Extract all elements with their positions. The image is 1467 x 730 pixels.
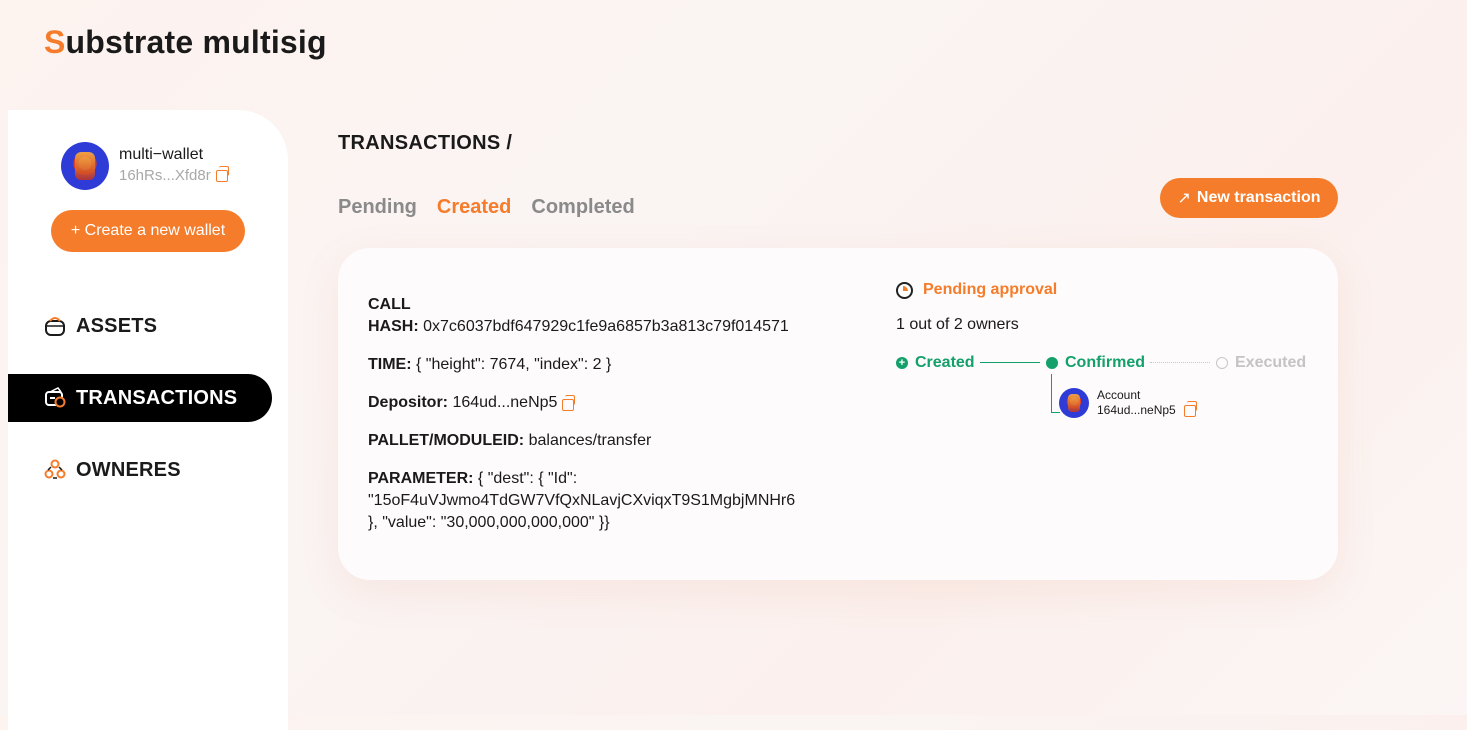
- app-title-rest: ubstrate multisig: [65, 24, 327, 60]
- step-label: Confirmed: [1065, 354, 1145, 371]
- hash-label: HASH:: [368, 318, 419, 335]
- depositor-label: Depositor:: [368, 394, 448, 411]
- step-created: + Created: [896, 352, 975, 374]
- pallet-value: balances/transfer: [524, 432, 652, 449]
- sidebar-item-label: TRANSACTIONS: [76, 386, 238, 409]
- time-label: TIME:: [368, 356, 412, 373]
- time-value: { "height": 7674, "index": 2 }: [411, 356, 612, 373]
- copy-icon[interactable]: [1183, 400, 1197, 417]
- transaction-tabs: Pending Created Completed: [338, 196, 635, 219]
- pallet-row: PALLET/MODULEID: balances/transfer: [368, 430, 798, 452]
- sidebar-item-label: OWNERES: [76, 458, 181, 481]
- new-transaction-label: New transaction: [1196, 189, 1321, 206]
- parameter-row: PARAMETER: { "dest": { "Id": "15oF4uVJwm…: [368, 468, 798, 534]
- sidebar-item-assets[interactable]: ASSETS: [8, 302, 272, 350]
- plus-circle-icon: +: [896, 357, 908, 369]
- app-title: Substrate multisig: [44, 24, 327, 61]
- pending-status: Pending approval: [896, 278, 1316, 302]
- step-connector-pending: [1150, 362, 1210, 363]
- approver-avatar: [1059, 388, 1089, 418]
- approver: Account 164ud...neNp5: [1059, 388, 1197, 418]
- sidebar: multi−wallet 16hRs...Xfd8r + Create a ne…: [8, 110, 288, 730]
- copy-icon[interactable]: [562, 395, 576, 411]
- pending-status-label: Pending approval: [923, 281, 1058, 298]
- app-title-accent-letter: S: [44, 24, 66, 60]
- pending-clock-icon: [896, 281, 913, 299]
- filled-circle-icon: [1046, 357, 1058, 369]
- hash-row: CALL HASH: 0x7c6037bdf647929c1fe9a6857b3…: [368, 294, 798, 338]
- tab-completed[interactable]: Completed: [531, 196, 634, 219]
- owners-count: 1 out of 2 owners: [896, 316, 1019, 333]
- hash-value: 0x7c6037bdf647929c1fe9a6857b3a813c79f014…: [418, 318, 789, 335]
- breadcrumb: TRANSACTIONS /: [338, 132, 513, 154]
- approver-address: 164ud...neNp5: [1097, 403, 1176, 417]
- assets-icon: [44, 315, 66, 337]
- wallet-avatar: [61, 142, 109, 190]
- transaction-details: CALL HASH: 0x7c6037bdf647929c1fe9a6857b3…: [368, 294, 798, 534]
- parameter-value-line2: "15oF4uVJwmo4TdGW7VfQxNLavjCXviqxT9S1Mgb…: [368, 492, 796, 509]
- wallet-address: 16hRs...Xfd8r: [119, 167, 211, 184]
- step-label: Created: [915, 354, 975, 371]
- pallet-label: PALLET/MODULEID:: [368, 432, 525, 449]
- depositor-row: Depositor: 164ud...neNp5: [368, 392, 798, 414]
- tab-pending[interactable]: Pending: [338, 196, 417, 219]
- step-connector: [980, 362, 1040, 363]
- parameter-value-line3: }, "value": "30,000,000,000,000" }}: [368, 514, 610, 531]
- depositor-value: 164ud...neNp5: [448, 394, 558, 411]
- transactions-icon: [44, 387, 66, 409]
- parameter-value-line1: { "dest": { "Id":: [473, 470, 578, 487]
- owners-icon: [44, 459, 66, 481]
- wallet-name: multi−wallet: [119, 146, 204, 163]
- create-wallet-button[interactable]: + Create a new wallet: [51, 210, 245, 252]
- sidebar-item-owners[interactable]: OWNERES: [8, 446, 272, 494]
- new-transaction-button[interactable]: ↗ New transaction: [1160, 178, 1338, 218]
- tab-created[interactable]: Created: [437, 196, 511, 219]
- step-executed: Executed: [1216, 352, 1306, 374]
- copy-icon[interactable]: [215, 166, 229, 182]
- step-confirmed: Confirmed: [1046, 352, 1145, 374]
- approver-label: Account: [1097, 388, 1141, 402]
- sidebar-item-transactions[interactable]: TRANSACTIONS: [8, 374, 272, 422]
- transaction-card: CALL HASH: 0x7c6037bdf647929c1fe9a6857b3…: [338, 248, 1338, 580]
- approval-status: Pending approval 1 out of 2 owners + Cre…: [896, 278, 1316, 413]
- parameter-label: PARAMETER:: [368, 470, 474, 487]
- step-label: Executed: [1235, 354, 1307, 371]
- sidebar-item-label: ASSETS: [76, 314, 158, 337]
- call-label: CALL: [368, 296, 411, 313]
- approval-steps: + Created Confirmed Executed: [896, 352, 1316, 413]
- empty-circle-icon: [1216, 357, 1228, 369]
- arrow-up-right-icon: ↗: [1177, 190, 1191, 207]
- time-row: TIME: { "height": 7674, "index": 2 }: [368, 354, 798, 376]
- wallet-card[interactable]: multi−wallet 16hRs...Xfd8r: [61, 142, 229, 190]
